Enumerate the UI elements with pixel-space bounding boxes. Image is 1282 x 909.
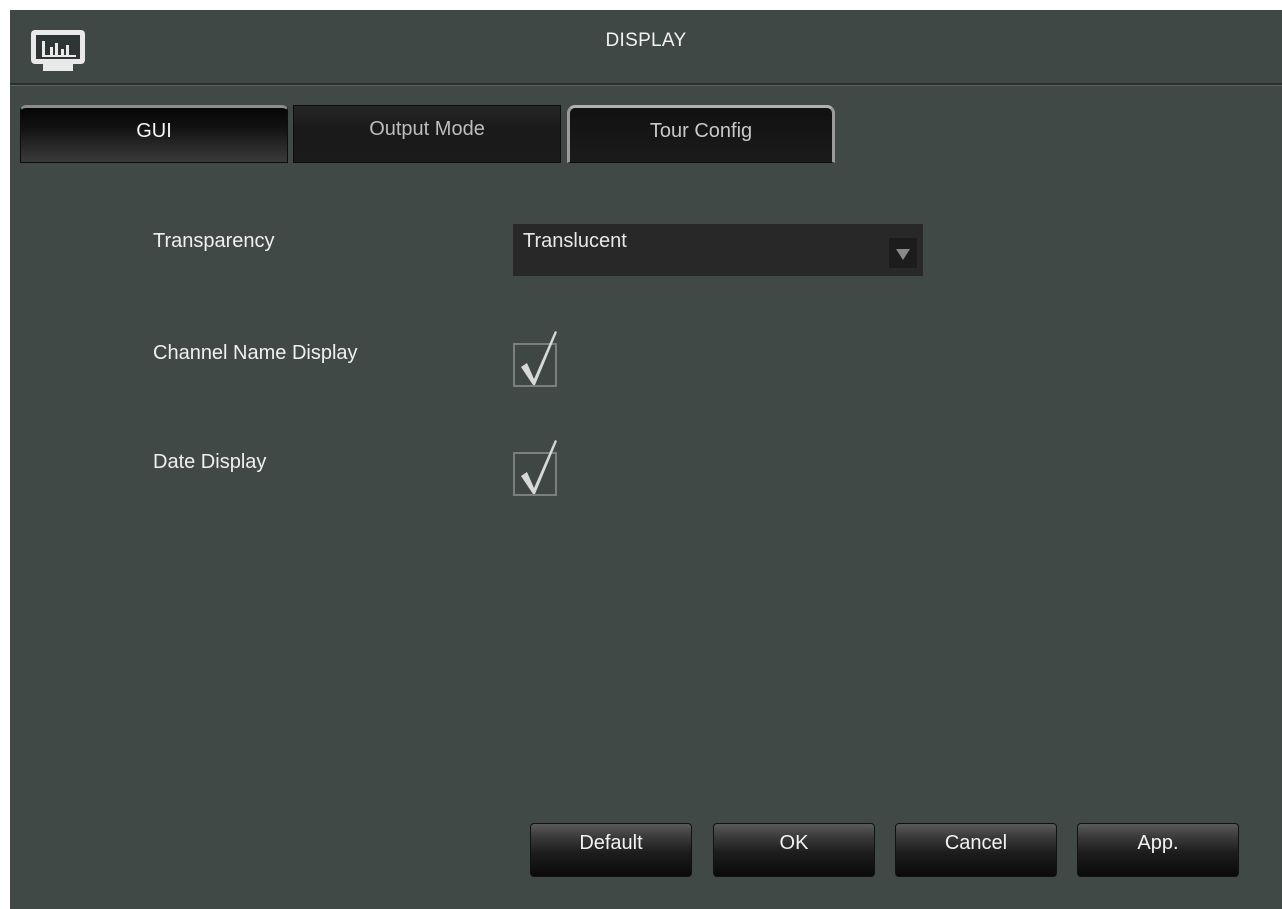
ok-button[interactable]: OK <box>713 823 875 877</box>
cancel-button[interactable]: Cancel <box>895 823 1057 877</box>
apply-button[interactable]: App. <box>1077 823 1239 877</box>
channel-name-display-checkbox[interactable] <box>513 331 557 387</box>
dropdown-arrow-icon[interactable] <box>889 238 917 268</box>
tab-gui[interactable]: GUI <box>20 105 288 163</box>
transparency-select[interactable]: Translucent <box>513 224 923 276</box>
title-bar: DISPLAY <box>10 10 1282 85</box>
tab-output-mode[interactable]: Output Mode <box>293 105 561 163</box>
default-button[interactable]: Default <box>530 823 692 877</box>
date-display-label: Date Display <box>153 451 267 473</box>
checkmark-icon <box>521 331 557 385</box>
display-window: DISPLAY GUI Output Mode Tour Config Tran… <box>10 10 1282 909</box>
tab-tour-config[interactable]: Tour Config <box>567 105 835 163</box>
tab-bar: GUI Output Mode Tour Config <box>20 105 850 165</box>
date-display-checkbox[interactable] <box>513 440 557 496</box>
transparency-value: Translucent <box>523 230 627 252</box>
channel-name-display-label: Channel Name Display <box>153 342 358 364</box>
window-title: DISPLAY <box>605 30 687 51</box>
transparency-label: Transparency <box>153 230 275 252</box>
checkmark-icon <box>521 440 557 494</box>
